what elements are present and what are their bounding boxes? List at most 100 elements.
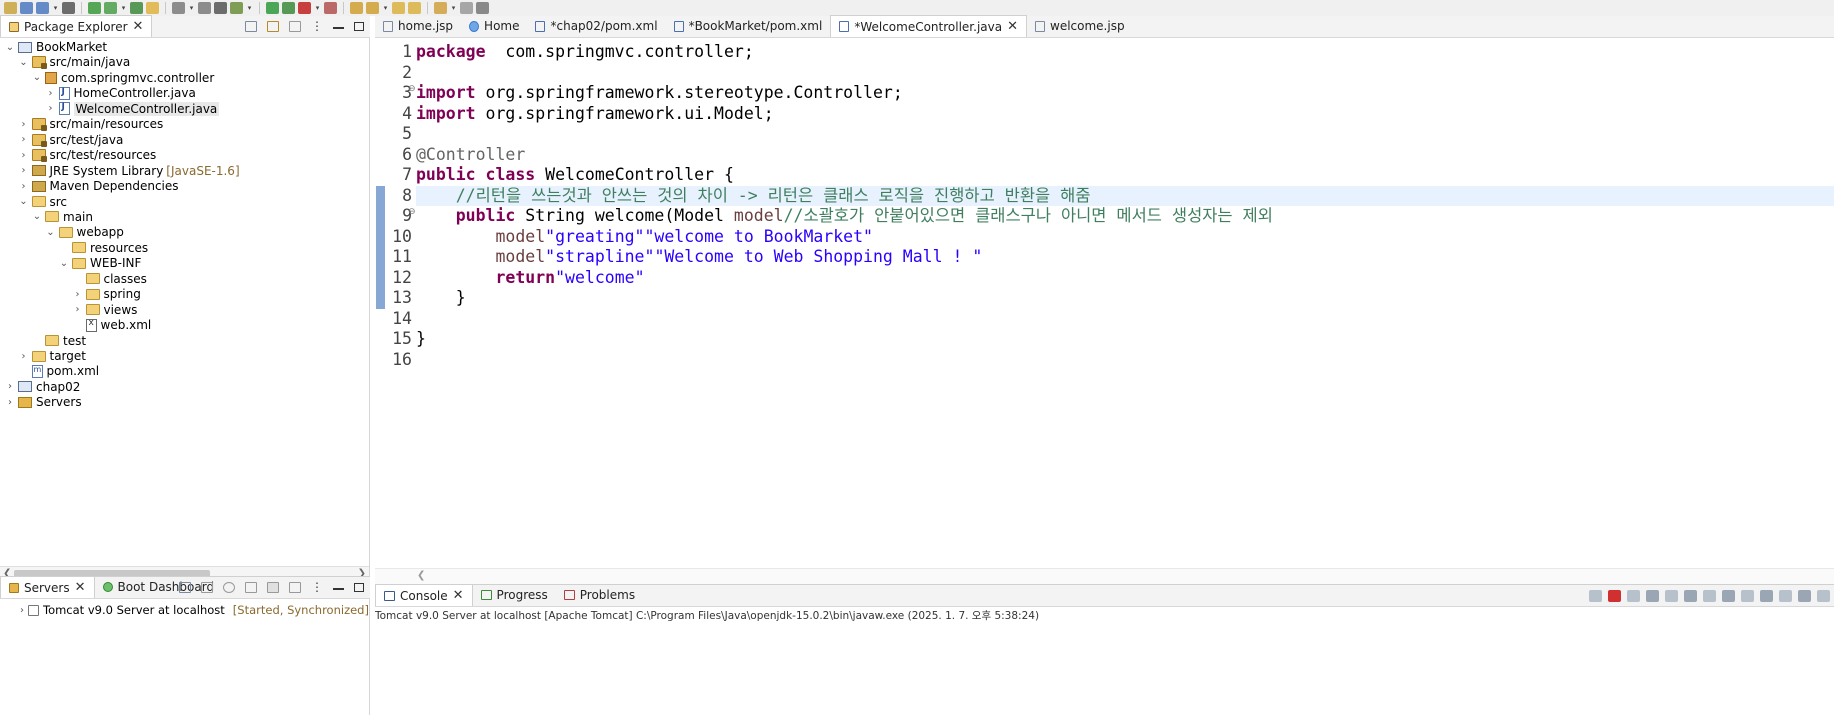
display-console-icon[interactable] [1779,590,1792,602]
open-task-icon[interactable] [198,2,211,14]
run-icon[interactable] [266,2,279,14]
code-editor[interactable]: 1 2 3 ⊖ 4 5 6 7 8 9 ⊖ 10 11 12 13 14 15 16 package com.sp… [375,38,1834,568]
profile-server-icon[interactable] [245,581,257,593]
show-on-error-icon[interactable] [1741,590,1754,602]
run-server-icon[interactable] [282,2,295,14]
collapse-all-icon[interactable] [179,581,191,593]
close-icon[interactable]: ✕ [133,20,144,33]
forward-icon[interactable] [460,2,473,14]
dropdown-arrow-icon[interactable]: ▾ [120,4,127,12]
code-line[interactable]: //리턴을 쓰는것과 안쓰는 것의 차이 -> 리턴은 클래스 로직을 진행하고… [416,185,1834,206]
server-row[interactable]: › Tomcat v9.0 Server at localhost [Start… [16,601,369,619]
publish-icon[interactable] [289,581,301,593]
open-folder-icon[interactable] [350,2,363,14]
toggle-breakpoint-icon[interactable] [130,2,143,14]
view-menu-icon[interactable]: ⋮ [311,581,323,593]
code-line[interactable]: import org.springframework.stereotype.Co… [416,83,1834,104]
editor-horizontal-scrollbar[interactable]: ❮ [375,568,1834,584]
code-line[interactable]: @Controller [416,145,1834,166]
remove-launch-icon[interactable] [1627,590,1640,602]
next-annotation-icon[interactable] [392,2,405,14]
word-wrap-icon[interactable] [1684,590,1697,602]
remove-all-icon[interactable] [1646,590,1659,602]
editor-tab[interactable]: *BookMarket/pom.xml [666,15,831,37]
start-server-icon[interactable] [223,581,235,593]
collapse-arrow-icon[interactable]: ⌄ [18,53,30,71]
editor-tab[interactable]: home.jsp [375,15,461,37]
stop-server-icon[interactable] [267,581,279,593]
open-type-icon[interactable] [172,2,185,14]
editor-tab[interactable]: welcome.jsp [1027,15,1133,37]
code-line[interactable] [416,309,1834,330]
minimize-icon[interactable] [333,588,344,590]
minimize-icon[interactable] [333,27,344,29]
save-all-icon[interactable] [36,2,49,14]
console-tab[interactable]: Progress [473,584,556,606]
pin-console-icon[interactable] [1703,590,1716,602]
new-console-icon[interactable] [1798,590,1811,602]
save-icon[interactable] [20,2,33,14]
view-menu-icon[interactable]: ⋮ [311,20,323,32]
close-icon[interactable]: ✕ [1007,20,1018,33]
dropdown-arrow-icon[interactable]: ▾ [382,4,389,12]
dropdown-arrow-icon[interactable]: ▾ [246,4,253,12]
code-line[interactable]: } [416,288,1834,309]
new-icon[interactable] [4,2,17,14]
open-console-icon[interactable] [1760,590,1773,602]
editor-tab[interactable]: Home [461,15,527,37]
new-spring-project-icon[interactable] [104,2,117,14]
search-icon[interactable] [366,2,379,14]
external-tools-icon[interactable] [324,2,337,14]
code-line[interactable] [416,63,1834,84]
code-line[interactable] [416,124,1834,145]
close-icon[interactable]: ✕ [453,589,464,602]
expand-arrow-icon[interactable]: › [4,393,16,411]
console-tab[interactable]: Console ✕ [375,584,473,606]
open-perspective-icon[interactable] [476,2,489,14]
code-line[interactable]: package com.springmvc.controller; [416,42,1834,63]
dropdown-arrow-icon[interactable]: ▾ [188,4,195,12]
scroll-lock-icon[interactable] [1665,590,1678,602]
code-line[interactable]: return"welcome" [416,268,1834,289]
tab-servers[interactable]: Servers ✕ [0,576,95,598]
collapse-arrow-icon[interactable]: ⌄ [45,223,57,241]
code-line[interactable]: model"greating""welcome to BookMarket" [416,227,1834,248]
dropdown-arrow-icon[interactable]: ▾ [52,4,59,12]
code-line[interactable]: model"strapline""Welcome to Web Shopping… [416,247,1834,268]
console-tab[interactable]: Problems [556,584,643,606]
tree-item[interactable]: › Servers [4,393,82,411]
debug-icon[interactable] [230,2,243,14]
new-server-icon[interactable] [88,2,101,14]
code-line[interactable]: public String welcome(Model model//소괄호가 … [416,206,1834,227]
mark-occurrences-icon[interactable] [146,2,159,14]
tab-package-explorer[interactable]: Package Explorer ✕ [0,15,153,37]
show-whitespace-icon[interactable] [214,2,227,14]
code-line[interactable] [416,350,1834,371]
collapse-arrow-icon[interactable]: ⌄ [31,69,43,87]
maximize-icon[interactable] [354,21,364,31]
code-line[interactable]: import org.springframework.ui.Model; [416,104,1834,125]
prev-annotation-icon[interactable] [408,2,421,14]
scroll-left-icon[interactable]: ❮ [417,570,425,581]
debug-server-icon[interactable] [201,581,213,593]
collapse-arrow-icon[interactable]: ⌄ [31,208,43,226]
back-icon[interactable] [434,2,447,14]
view-menu-icon[interactable] [1817,590,1830,602]
fold-toggle-icon[interactable]: ⊖ [408,207,416,217]
clear-console-icon[interactable] [1589,590,1602,602]
expand-icon[interactable]: › [16,601,28,619]
close-icon[interactable]: ✕ [75,581,86,594]
editor-tab[interactable]: *chap02/pom.xml [527,15,665,37]
code-line[interactable]: public class WelcomeController { [416,165,1834,186]
dropdown-arrow-icon[interactable]: ▾ [314,4,321,12]
fold-toggle-icon[interactable]: ⊖ [408,84,416,94]
terminate-icon[interactable] [1608,590,1621,602]
collapse-arrow-icon[interactable]: ⌄ [58,254,70,272]
editor-tab[interactable]: *WelcomeController.java ✕ [830,15,1027,37]
show-on-output-icon[interactable] [1722,590,1735,602]
stop-icon[interactable] [298,2,311,14]
link-with-editor-icon[interactable] [267,20,279,32]
collapse-arrow-icon[interactable]: ⌄ [18,193,30,211]
collapse-arrow-icon[interactable]: ⌄ [4,38,16,56]
collapse-all-icon[interactable] [245,20,257,32]
